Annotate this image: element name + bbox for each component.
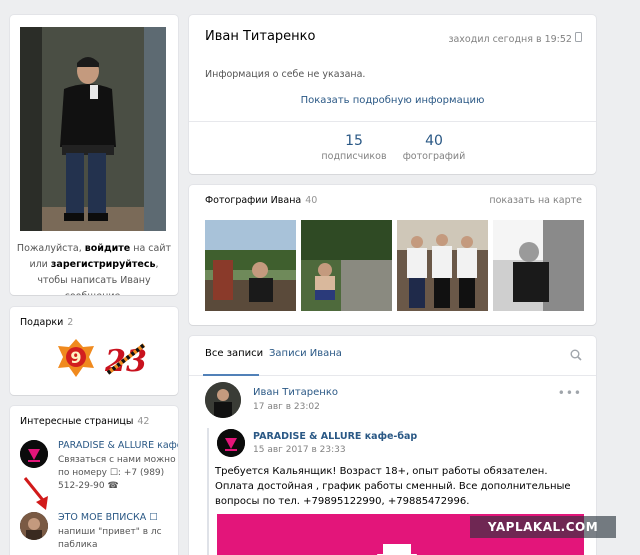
repost-date[interactable]: 15 авг 2017 в 23:33 xyxy=(253,445,346,455)
page-avatar[interactable] xyxy=(20,440,48,468)
online-status-text: заходил сегодня в 19:52 xyxy=(448,34,572,45)
gifts-count: 2 xyxy=(67,317,74,328)
photos-count: 40 xyxy=(425,133,443,149)
show-on-map-link[interactable]: показать на карте xyxy=(489,195,582,206)
followers-count: 15 xyxy=(345,133,363,149)
login-note-text: Пожалуйста, xyxy=(16,243,85,254)
more-icon[interactable]: ••• xyxy=(558,386,582,400)
svg-text:9: 9 xyxy=(70,348,81,367)
page-description: напиши "привет" в лс паблика xyxy=(58,527,162,550)
show-more-info-link[interactable]: Показать подробную информацию xyxy=(189,95,596,106)
followers-counter[interactable]: 15 подписчиков xyxy=(319,133,389,162)
page-name[interactable]: PARADISE & ALLURE кафе-бар xyxy=(58,440,178,451)
post-text: Требуется Кальянщик! Возраст 18+, опыт р… xyxy=(215,466,571,507)
photos-label: фотографий xyxy=(402,151,466,162)
repost-author[interactable]: PARADISE & ALLURE кафе-бар xyxy=(253,431,417,442)
profile-info: Информация о себе не указана. xyxy=(205,69,366,80)
followers-label: подписчиков xyxy=(321,151,387,162)
search-icon[interactable] xyxy=(570,349,582,364)
wall-tabs: Все записи Записи Ивана xyxy=(189,336,596,376)
photo-thumbnail[interactable] xyxy=(301,220,392,311)
profile-avatar-card: Пожалуйста, войдите на сайт или зарегист… xyxy=(10,15,178,295)
post-author[interactable]: Иван Титаренко xyxy=(253,387,338,398)
page-avatar[interactable] xyxy=(20,512,48,540)
online-status: заходил сегодня в 19:52 xyxy=(448,32,582,45)
repost-bar xyxy=(207,428,209,555)
photo-thumbnail[interactable] xyxy=(493,220,584,311)
interesting-pages-header[interactable]: Интересные страницы 42 xyxy=(20,416,149,427)
register-link[interactable]: зарегистрируйтесь xyxy=(51,259,156,270)
interesting-pages-count: 42 xyxy=(137,416,150,427)
gifts-header[interactable]: Подарки 2 xyxy=(20,317,73,328)
tab-all-posts[interactable]: Все записи xyxy=(205,348,263,359)
repost-author-avatar[interactable] xyxy=(217,429,245,457)
active-tab-indicator xyxy=(203,374,259,376)
gifts-card: Подарки2 9 23 xyxy=(10,307,178,395)
login-note: Пожалуйста, войдите на сайт или зарегист… xyxy=(16,241,172,295)
photos-card: Фотографии Ивана 40 показать на карте xyxy=(189,185,596,325)
profile-photo[interactable] xyxy=(20,27,166,231)
login-link[interactable]: войдите xyxy=(85,243,130,254)
photos-header[interactable]: Фотографии Ивана 40 xyxy=(205,195,317,206)
page-description: Связаться с нами можно по номеру ☐: +7 (… xyxy=(58,455,176,491)
mobile-icon xyxy=(575,32,582,45)
red-arrow-icon xyxy=(22,476,52,515)
post-author-avatar[interactable] xyxy=(205,382,241,418)
photo-thumbnail[interactable] xyxy=(205,220,296,311)
photo-thumbnail[interactable] xyxy=(397,220,488,311)
photos-total: 40 xyxy=(305,195,318,206)
post-date[interactable]: 17 авг в 23:02 xyxy=(253,402,320,412)
page-name[interactable]: ЭТО МОЕ ВПИСКА ☐ xyxy=(58,512,158,523)
gift-9-icon[interactable]: 9 xyxy=(56,337,96,384)
watermark: YAPLAKAL.COM xyxy=(470,516,616,538)
photos-title: Фотографии Ивана xyxy=(205,195,302,206)
interesting-pages-title: Интересные страницы xyxy=(20,416,134,427)
tab-ivan-posts[interactable]: Записи Ивана xyxy=(269,348,342,359)
divider xyxy=(189,121,596,122)
photos-counter[interactable]: 40 фотографий xyxy=(399,133,469,162)
gifts-title: Подарки xyxy=(20,317,64,328)
gift-23-icon[interactable]: 23 xyxy=(102,337,150,384)
profile-card: Иван Титаренко заходил сегодня в 19:52 И… xyxy=(189,15,596,174)
profile-name: Иван Титаренко xyxy=(205,29,316,44)
